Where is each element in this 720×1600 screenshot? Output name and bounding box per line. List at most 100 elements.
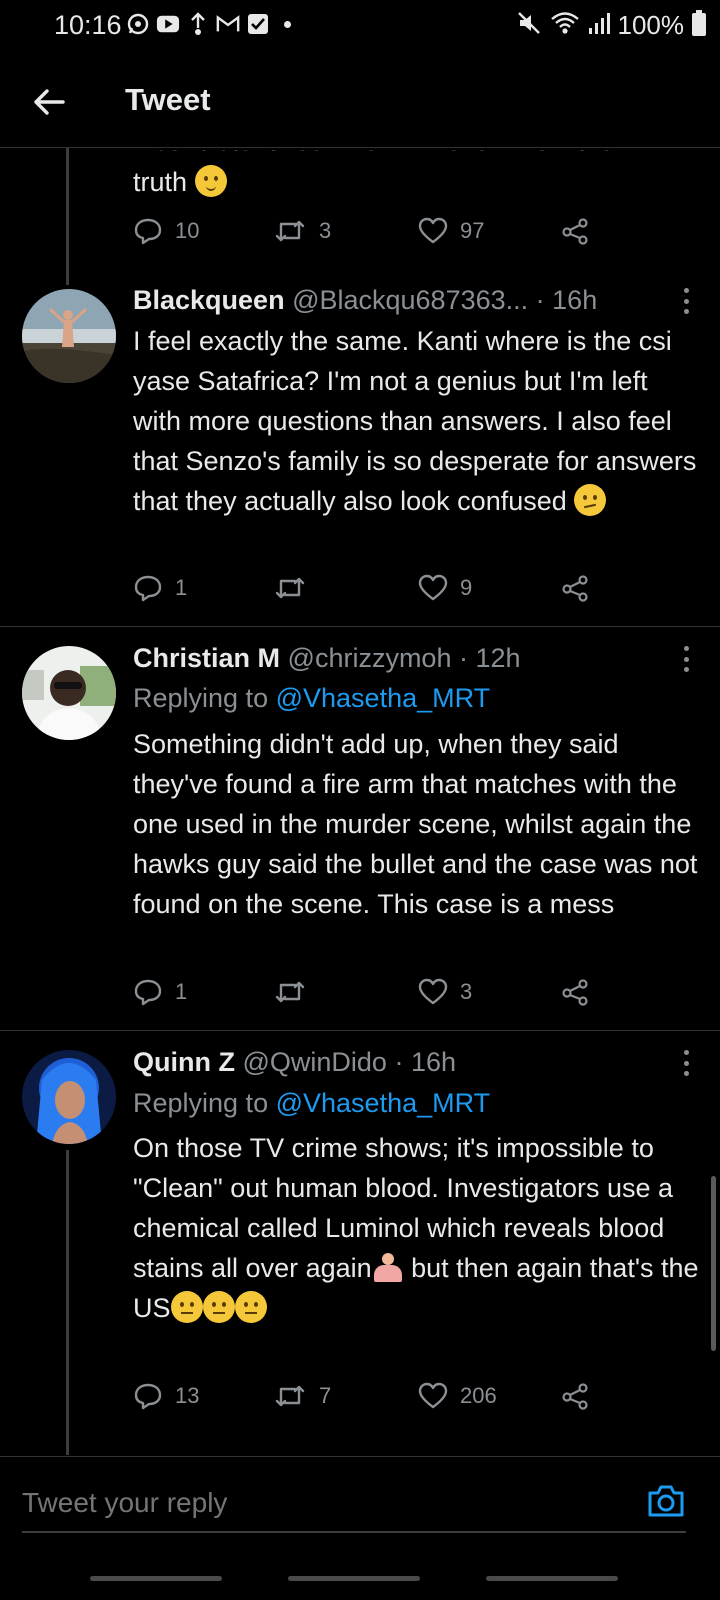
relieved-face-emoji [194, 165, 227, 197]
reply-button[interactable]: 1 [133, 573, 187, 603]
upload-icon [186, 12, 210, 36]
reply-input[interactable] [22, 1487, 582, 1519]
tweet-header: Blackqueen @Blackqu687363... · 16h [133, 285, 597, 316]
tweet-actions: 1 3 [133, 977, 613, 1013]
tweet-text-body: I feel exactly the same. Kanti where is … [133, 326, 697, 516]
thread-line [66, 1150, 69, 1455]
neutral-face-emoji [202, 1291, 235, 1323]
share-icon [562, 218, 588, 245]
more-icon [683, 288, 689, 293]
wifi-icon [550, 10, 580, 41]
tweet-actions: 1 9 [133, 573, 613, 609]
display-name[interactable]: Blackqueen [133, 285, 285, 315]
back-arrow-icon [34, 89, 65, 115]
confused-face-emoji [574, 484, 607, 516]
mention-link[interactable]: @Vhasetha_MRT [276, 683, 491, 713]
gmail-icon [216, 12, 240, 36]
retweet-icon [275, 577, 305, 599]
retweet-button[interactable] [273, 573, 319, 603]
system-icons: 100% [516, 10, 706, 41]
share-icon [562, 979, 588, 1006]
more-options-button[interactable] [682, 1050, 690, 1076]
like-button[interactable]: 206 [418, 1381, 497, 1411]
more-icon [683, 646, 689, 651]
tweet-actions: 10 3 97 [133, 216, 613, 252]
retweet-button[interactable] [273, 977, 319, 1007]
neutral-face-emoji [234, 1291, 267, 1323]
reply-count: 1 [175, 979, 188, 1004]
composer-underline [22, 1531, 686, 1533]
retweet-count: 7 [319, 1383, 332, 1408]
reply-icon [134, 1383, 162, 1410]
checkbox-icon [246, 12, 270, 36]
reply-button[interactable]: 13 [133, 1381, 199, 1411]
reply-icon [134, 575, 162, 602]
share-icon [562, 1383, 588, 1410]
status-time: 10:16 [54, 10, 122, 40]
divider [0, 626, 720, 627]
avatar[interactable] [22, 289, 116, 383]
more-icon [683, 1050, 689, 1055]
reply-button[interactable]: 10 [133, 216, 199, 246]
retweet-button[interactable]: 7 [273, 1381, 331, 1411]
reply-button[interactable]: 1 [133, 977, 187, 1007]
share-button[interactable] [561, 1381, 591, 1411]
neutral-face-emoji [170, 1291, 203, 1323]
like-button[interactable]: 3 [418, 977, 472, 1007]
person-shrugging-emoji [372, 1251, 404, 1283]
nav-home[interactable] [288, 1576, 420, 1581]
scrollbar[interactable] [711, 1176, 716, 1351]
youtube-icon [156, 12, 180, 36]
more-options-button[interactable] [682, 288, 690, 314]
camera-icon [648, 1485, 684, 1517]
battery-percent: 100% [617, 10, 685, 40]
nav-back[interactable] [486, 1576, 618, 1581]
page-title: Tweet [125, 82, 211, 117]
tweet-text: On those TV crime shows; it's impossible… [133, 1128, 703, 1328]
replying-to: Replying to @Vhasetha_MRT [133, 683, 490, 714]
more-options-button[interactable] [682, 646, 690, 672]
like-icon [418, 217, 448, 244]
like-button[interactable]: 97 [418, 216, 484, 246]
retweet-button[interactable]: 3 [273, 216, 331, 246]
back-button[interactable] [30, 82, 70, 122]
app-header: Tweet [0, 52, 720, 148]
retweet-count: 3 [319, 218, 332, 243]
camera-button[interactable] [646, 1483, 686, 1519]
like-count: 206 [460, 1383, 497, 1408]
user-handle[interactable]: @QwinDido [243, 1047, 387, 1077]
replying-label: Replying to [133, 683, 269, 713]
retweet-icon [275, 1385, 305, 1407]
more-notifications-dot [284, 20, 291, 28]
status-bar: 10:16 100% [0, 0, 720, 52]
like-button[interactable]: 9 [418, 573, 472, 603]
avatar[interactable] [22, 646, 116, 740]
thread-line [66, 148, 69, 285]
avatar[interactable] [22, 1050, 116, 1144]
tweet-text: Something didn't add up, when they said … [133, 729, 698, 919]
reply-count: 1 [175, 575, 188, 600]
battery-icon [692, 10, 706, 41]
notification-icons [126, 12, 291, 36]
display-name[interactable]: Christian M [133, 643, 280, 673]
nav-recents[interactable] [90, 1576, 222, 1581]
reply-count: 13 [175, 1383, 200, 1408]
tweet-time: · 16h [394, 1047, 457, 1077]
share-button[interactable] [561, 573, 591, 603]
tweet-text: truth [133, 162, 703, 202]
retweet-icon [275, 220, 305, 242]
signal-icon [588, 11, 610, 40]
display-name[interactable]: Quinn Z [133, 1047, 235, 1077]
tweet-header: Quinn Z @QwinDido · 16h [133, 1047, 456, 1078]
mention-link[interactable]: @Vhasetha_MRT [276, 1088, 491, 1118]
tweet-header: Christian M @chrizzymoh · 12h [133, 643, 521, 674]
share-icon [562, 575, 588, 602]
reply-count: 10 [175, 218, 200, 243]
replying-label: Replying to [133, 1088, 269, 1118]
share-button[interactable] [561, 977, 591, 1007]
share-button[interactable] [561, 216, 591, 246]
user-handle[interactable]: @chrizzymoh [288, 643, 452, 673]
like-count: 3 [460, 979, 473, 1004]
user-handle[interactable]: @Blackqu687363... [292, 285, 528, 315]
tweet-text: I feel exactly the same. Kanti where is … [133, 321, 703, 521]
